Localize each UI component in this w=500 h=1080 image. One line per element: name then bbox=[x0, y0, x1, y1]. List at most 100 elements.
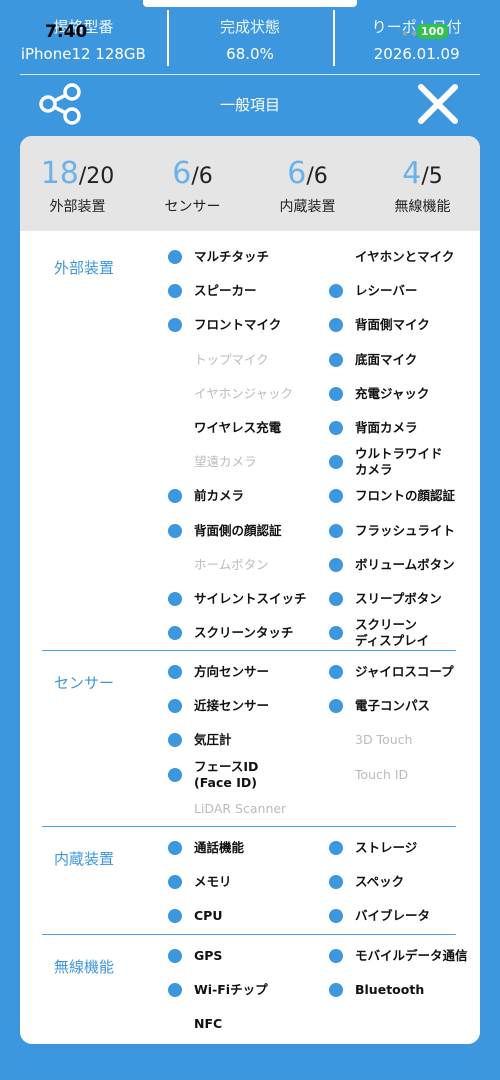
checklist-item-label: 3D Touch bbox=[355, 732, 413, 748]
status-dot-icon bbox=[329, 626, 343, 641]
checklist-item[interactable]: スクリーン ディスプレイ bbox=[329, 617, 429, 648]
checklist-item[interactable]: バイブレータ bbox=[329, 901, 430, 931]
checklist-item[interactable]: GPS bbox=[168, 941, 222, 971]
count-sensor: 6/6 センサー bbox=[135, 136, 250, 231]
checklist-item-label: 背面側の顔認証 bbox=[194, 522, 282, 538]
section-divider bbox=[42, 650, 456, 651]
checklist-item[interactable]: イヤホンジャック bbox=[168, 379, 293, 409]
checklist-item[interactable]: Bluetooth bbox=[329, 975, 424, 1005]
section-internal-label: 内蔵装置 bbox=[54, 850, 115, 868]
checklist-item[interactable]: 気圧計 bbox=[168, 725, 232, 755]
checklist-item-label: 通話機能 bbox=[194, 840, 245, 855]
checklist-item[interactable]: サイレントスイッチ bbox=[168, 584, 307, 614]
count-internal-label: 内蔵装置 bbox=[279, 199, 336, 215]
status-dot-icon bbox=[168, 983, 182, 998]
checklist-item[interactable]: ウルトラワイド カメラ bbox=[329, 446, 443, 477]
checklist-item-label: 望遠カメラ bbox=[194, 454, 257, 470]
status-dot-icon bbox=[168, 489, 182, 504]
summary-date-value: 2026.01.09 bbox=[373, 45, 460, 63]
status-dot-icon bbox=[168, 909, 182, 924]
checklist-item[interactable]: ボリュームボタン bbox=[329, 550, 455, 580]
section-divider bbox=[42, 826, 456, 827]
checklist-item[interactable]: 3D Touch bbox=[329, 725, 412, 755]
checklist-item-label: ボリュームボタン bbox=[355, 556, 455, 572]
checklist-item-label: イヤホンジャック bbox=[194, 385, 294, 401]
checklist-item[interactable]: ワイヤレス充電 bbox=[168, 413, 281, 443]
checklist-item[interactable]: メモリ bbox=[168, 867, 232, 897]
checklist-item-label: サイレントスイッチ bbox=[194, 591, 307, 606]
checklist-item[interactable]: Touch ID bbox=[329, 760, 408, 790]
checklist-item-label: Touch ID bbox=[355, 766, 409, 782]
checklist-item-label: バイブレータ bbox=[355, 908, 431, 924]
checklist-item[interactable]: 近接センサー bbox=[168, 691, 269, 721]
checklist-item[interactable]: スペック bbox=[329, 867, 404, 897]
status-dot-icon bbox=[329, 455, 343, 470]
checklist-item[interactable]: トップマイク bbox=[168, 345, 269, 375]
checklist-item[interactable]: フェースID (Face ID) bbox=[168, 759, 258, 790]
checklist-item[interactable]: スクリーンタッチ bbox=[168, 618, 293, 648]
checklist-item[interactable]: ストレージ bbox=[329, 833, 417, 863]
checklist-item[interactable]: 通話機能 bbox=[168, 833, 244, 863]
status-dot-icon bbox=[168, 875, 182, 890]
checklist-item[interactable]: 電子コンパス bbox=[329, 691, 430, 721]
status-dot-icon bbox=[329, 949, 343, 963]
checklist-item[interactable]: フロントマイク bbox=[168, 310, 281, 340]
checklist-item-label: スクリーンタッチ bbox=[194, 625, 294, 641]
status-time: 7:40 bbox=[45, 22, 88, 42]
checklist-item[interactable]: スリープボタン bbox=[329, 584, 442, 614]
checklist-item-label: レシーバー bbox=[355, 283, 418, 299]
checklist-item[interactable]: レシーバー bbox=[329, 276, 417, 306]
status-dot-icon bbox=[168, 733, 182, 748]
checklist-item[interactable]: スピーカー bbox=[168, 276, 257, 306]
count-wireless-label: 無線機能 bbox=[394, 199, 451, 215]
checklist-item[interactable]: モバイルデータ通信 bbox=[329, 941, 468, 971]
checklist-item[interactable]: Wi-Fiチップ bbox=[168, 975, 268, 1005]
checklist-item-label: NFC bbox=[194, 1016, 223, 1032]
checklist-item[interactable]: 望遠カメラ bbox=[168, 447, 257, 477]
checklist-item[interactable]: ホームボタン bbox=[168, 550, 269, 580]
checklist-item-label: スリープボタン bbox=[355, 591, 442, 606]
checklist-item[interactable]: 背面カメラ bbox=[329, 413, 418, 443]
status-dot-icon bbox=[329, 318, 343, 333]
checklist-item[interactable]: フロントの顔認証 bbox=[329, 481, 455, 511]
checklist-item-label: 電子コンパス bbox=[355, 698, 431, 714]
count-external-total: /20 bbox=[78, 164, 115, 189]
status-dot-icon bbox=[168, 318, 182, 333]
checklist-item-label: ストレージ bbox=[355, 840, 418, 855]
checklist-item-label: 背面カメラ bbox=[355, 420, 418, 435]
checklist-item[interactable]: ジャイロスコープ bbox=[329, 657, 454, 687]
checklist-item[interactable]: 背面側の顔認証 bbox=[168, 516, 282, 546]
checklist-item-label: ホームボタン bbox=[194, 556, 269, 572]
count-sensor-done: 6 bbox=[172, 156, 192, 191]
checklist-item-label: 近接センサー bbox=[194, 698, 270, 714]
count-sensor-total: /6 bbox=[191, 164, 213, 189]
close-icon[interactable] bbox=[416, 82, 460, 126]
count-wireless: 4/5 無線機能 bbox=[365, 136, 480, 231]
checklist-item[interactable]: 充電ジャック bbox=[329, 379, 429, 409]
status-dot-icon bbox=[168, 841, 182, 855]
count-wireless-total: /5 bbox=[421, 164, 443, 189]
checklist-item-label: スペック bbox=[355, 874, 405, 890]
checklist-item-label: 方向センサー bbox=[194, 664, 270, 679]
status-dot-icon bbox=[329, 875, 343, 890]
checklist-item[interactable]: CPU bbox=[168, 901, 223, 931]
checklist-item[interactable]: マルチタッチ bbox=[168, 242, 269, 272]
checklist-item[interactable]: LiDAR Scanner bbox=[168, 794, 286, 824]
status-dot-icon bbox=[329, 523, 343, 538]
count-summary: 18/20 外部装置 6/6 センサー 6/6 内蔵装置 4/5 無線機能 bbox=[20, 136, 480, 231]
checklist-item-label: ワイヤレス充電 bbox=[194, 420, 282, 435]
checklist-item[interactable]: 背面側マイク bbox=[329, 310, 430, 340]
checklist-item[interactable]: イヤホンとマイク bbox=[329, 242, 454, 272]
checklist-item[interactable]: 方向センサー bbox=[168, 657, 269, 687]
checklist-item-label: イヤホンとマイク bbox=[355, 249, 455, 264]
checklist-item-label: 充電ジャック bbox=[355, 385, 430, 401]
checklist-item[interactable]: 前カメラ bbox=[168, 481, 244, 511]
checklist-item-label: Wi-Fiチップ bbox=[194, 982, 268, 998]
checklist-item[interactable]: フラッシュライト bbox=[329, 516, 455, 546]
checklist-item[interactable]: 底面マイク bbox=[329, 345, 417, 375]
status-dot-icon bbox=[168, 699, 182, 714]
status-dot-icon bbox=[329, 699, 343, 714]
checklist-item-label: Bluetooth bbox=[355, 982, 425, 998]
checklist-item-label: 背面側マイク bbox=[355, 317, 430, 333]
checklist-item[interactable]: NFC bbox=[168, 1009, 222, 1039]
